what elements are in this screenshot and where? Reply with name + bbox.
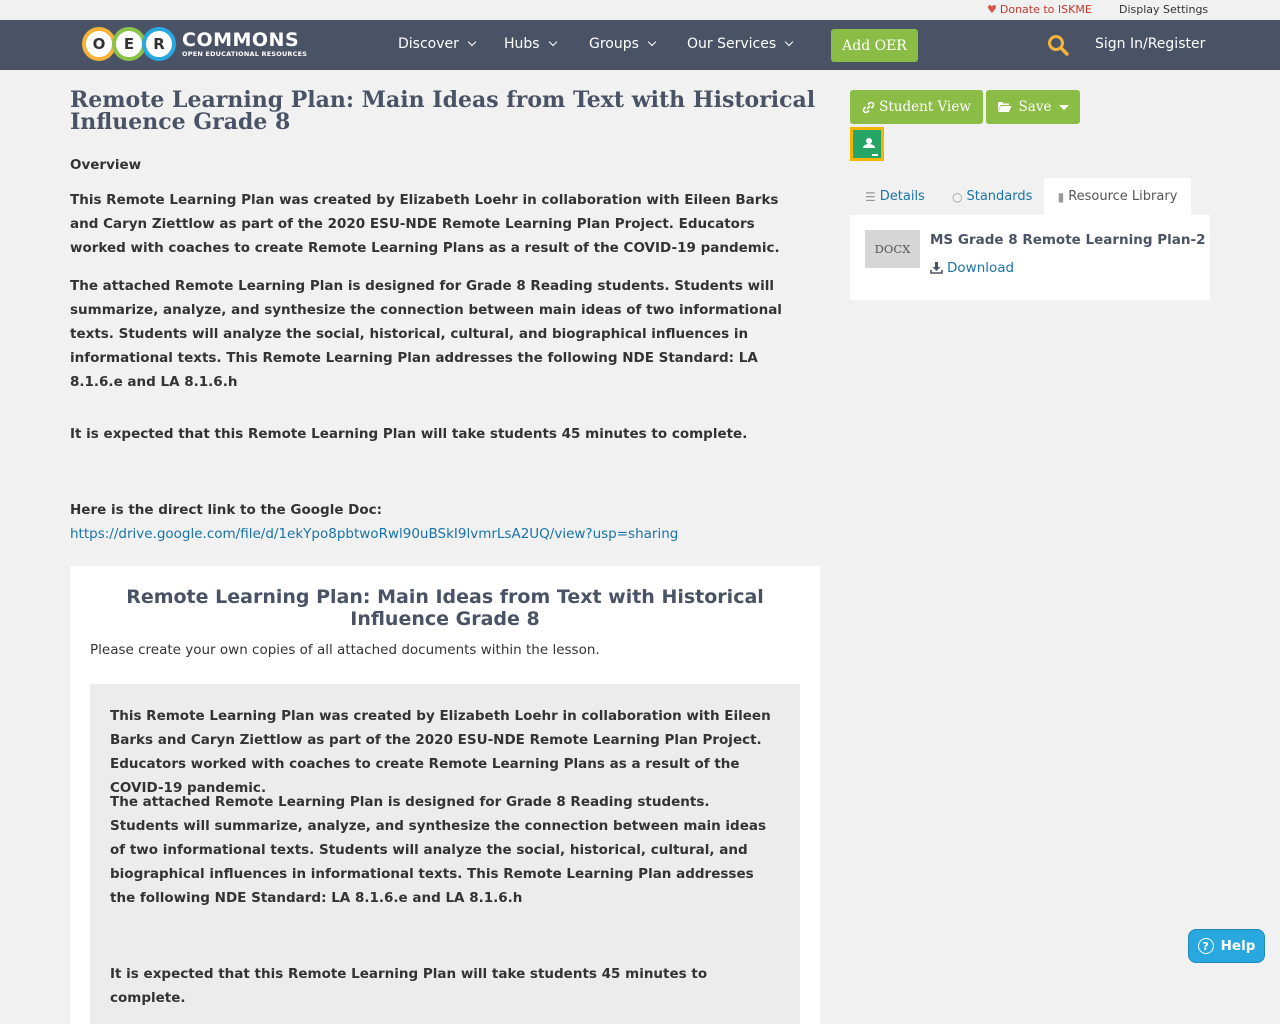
docx-file-badge: DOCX <box>865 230 920 268</box>
tab-standards[interactable]: ○ Standards <box>952 178 1032 215</box>
page-title: Remote Learning Plan: Main Ideas from Te… <box>70 87 816 135</box>
lesson-paragraph-3: It is expected that this Remote Learning… <box>110 966 708 1006</box>
display-settings-link[interactable]: Display Settings <box>1119 3 1208 16</box>
overview-paragraph-1: This Remote Learning Plan was created by… <box>70 192 780 256</box>
list-icon: ☰ <box>865 189 876 204</box>
nav-hubs[interactable]: Hubs <box>504 36 557 52</box>
download-icon <box>930 262 943 274</box>
download-link[interactable]: Download <box>930 260 1014 276</box>
save-button[interactable]: Save <box>986 90 1080 124</box>
google-classroom-share-button[interactable] <box>850 127 884 161</box>
nav-groups[interactable]: Groups <box>589 36 657 52</box>
file-name[interactable]: MS Grade 8 Remote Learning Plan-2 <box>930 232 1206 248</box>
help-button[interactable]: ? Help <box>1188 929 1265 963</box>
lesson-content-box: This Remote Learning Plan was created by… <box>90 684 800 1024</box>
circle-icon: ○ <box>952 189 963 204</box>
nav-discover[interactable]: Discover <box>398 36 477 52</box>
overview-heading: Overview <box>70 157 142 173</box>
tab-details[interactable]: ☰ Details <box>865 178 925 215</box>
google-doc-link-paragraph: Here is the direct link to the Google Do… <box>70 498 730 546</box>
utility-bar: ♥ Donate to ISKME Display Settings <box>0 0 1280 20</box>
logo-main-text: COMMONS <box>182 29 300 51</box>
link-icon <box>862 101 875 113</box>
overview-paragraph-2: The attached Remote Learning Plan is des… <box>70 278 782 390</box>
logo-text: COMMONS OPEN EDUCATIONAL RESOURCES <box>182 30 307 58</box>
chevron-down-icon <box>784 37 794 47</box>
question-circle-icon: ? <box>1197 938 1214 954</box>
donate-link[interactable]: ♥ Donate to ISKME <box>987 3 1092 16</box>
lesson-paragraph-2: The attached Remote Learning Plan is des… <box>110 794 767 906</box>
logo-letter-r: R <box>142 27 176 61</box>
lesson-box: Remote Learning Plan: Main Ideas from Te… <box>70 566 820 1024</box>
link-intro-text: Here is the direct link to the Google Do… <box>70 502 383 518</box>
overview-paragraph-3: It is expected that this Remote Learning… <box>70 426 748 442</box>
add-oer-button[interactable]: Add OER <box>831 29 918 62</box>
nav-our-services[interactable]: Our Services <box>687 36 794 52</box>
lesson-note: Please create your own copies of all att… <box>90 642 600 658</box>
caret-down-icon <box>1059 104 1070 110</box>
chevron-down-icon <box>647 37 657 47</box>
oer-commons-logo[interactable]: O E R COMMONS OPEN EDUCATIONAL RESOURCES <box>82 25 307 63</box>
chevron-down-icon <box>467 37 477 47</box>
heart-icon: ♥ <box>987 3 997 16</box>
chevron-down-icon <box>548 37 557 47</box>
book-icon: ▮ <box>1057 189 1065 204</box>
resource-tabs: ☰ Details ○ Standards ▮ Resource Library <box>850 178 1210 215</box>
folder-open-icon <box>997 102 1012 112</box>
student-view-button[interactable]: Student View <box>850 90 983 124</box>
lesson-paragraph-1: This Remote Learning Plan was created by… <box>110 708 771 796</box>
google-doc-link[interactable]: https://drive.google.com/file/d/1ekYpo8p… <box>70 526 678 542</box>
main-navbar: O E R COMMONS OPEN EDUCATIONAL RESOURCES… <box>0 20 1280 70</box>
sign-in-register-link[interactable]: Sign In/Register <box>1095 36 1205 52</box>
search-icon[interactable] <box>1047 34 1069 56</box>
logo-letter-e: E <box>112 27 146 61</box>
logo-letter-o: O <box>82 27 116 61</box>
google-classroom-icon <box>853 130 881 158</box>
tab-resource-library[interactable]: ▮ Resource Library <box>1044 178 1191 215</box>
resource-library-panel: DOCX MS Grade 8 Remote Learning Plan-2 D… <box>850 215 1210 300</box>
lesson-title: Remote Learning Plan: Main Ideas from Te… <box>126 586 764 630</box>
logo-sub-text: OPEN EDUCATIONAL RESOURCES <box>182 50 308 58</box>
